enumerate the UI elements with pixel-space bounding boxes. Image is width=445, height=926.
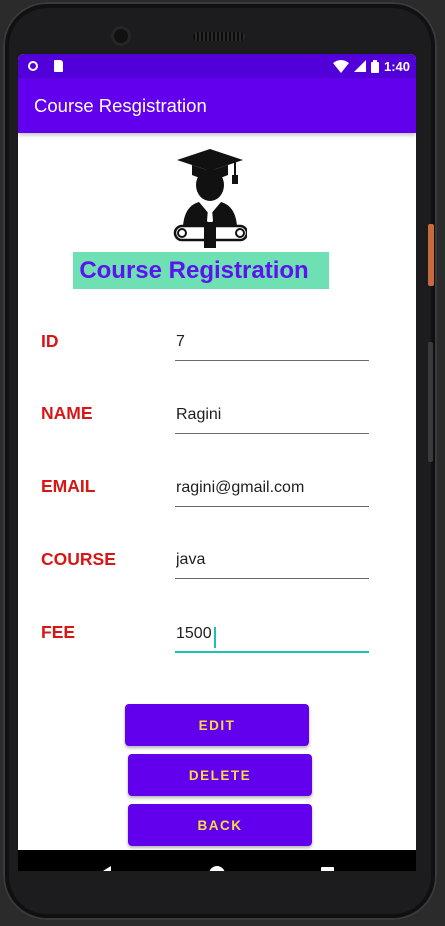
phone-frame: 1:40 Course Resgistration Course Registr… [3,2,437,920]
graduate-logo-icon [173,149,247,248]
navigation-bar [18,850,416,871]
status-right-group: 1:40 [332,57,410,75]
email-label: EMAIL [41,476,96,496]
id-label: ID [41,331,59,351]
course-field[interactable] [175,545,369,579]
edit-button[interactable]: EDIT [125,704,309,746]
power-button[interactable] [428,224,434,286]
battery-icon [370,59,379,73]
recents-square-icon[interactable] [321,867,334,871]
email-field[interactable] [175,473,369,507]
course-label: COURSE [41,549,116,569]
fee-field[interactable] [175,619,369,653]
app-screen: 1:40 Course Resgistration Course Registr… [18,54,416,871]
delete-button[interactable]: DELETE [128,754,312,796]
app-bar: Course Resgistration [18,78,416,133]
id-field[interactable] [175,327,369,361]
notification-icon [28,61,38,71]
front-camera [111,26,131,46]
volume-button[interactable] [428,342,433,462]
page-heading: Course Registration [73,252,329,289]
name-field[interactable] [175,400,369,434]
wifi-icon [332,59,349,73]
app-bar-title: Course Resgistration [34,95,207,116]
back-triangle-icon[interactable] [98,866,111,871]
signal-icon [353,60,366,72]
status-bar: 1:40 [18,54,416,78]
back-button[interactable]: BACK [128,804,312,846]
sd-card-icon [54,60,63,72]
fee-label: FEE [41,622,76,642]
name-label: NAME [41,403,93,423]
earpiece-speaker [193,32,245,41]
home-circle-icon[interactable] [209,866,225,871]
text-caret [214,627,216,648]
status-time: 1:40 [383,58,410,74]
